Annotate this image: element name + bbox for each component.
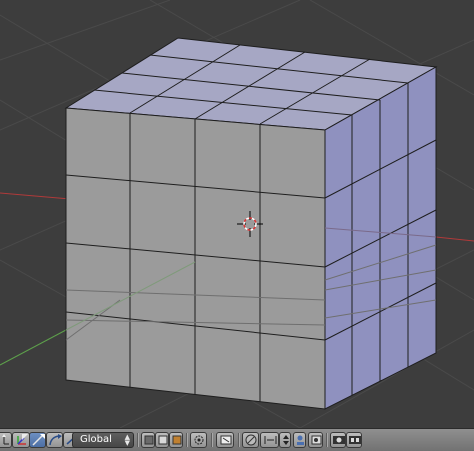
- pivot-point-icon[interactable]: [190, 432, 207, 448]
- header-separator: [186, 433, 188, 447]
- header-separator: [137, 433, 139, 447]
- header-separator: [211, 433, 213, 447]
- proportional-edit-icon[interactable]: [260, 432, 279, 448]
- header-separator: [326, 433, 328, 447]
- layer-solid-icon[interactable]: [141, 432, 155, 448]
- layer-wire-icon[interactable]: [155, 432, 169, 448]
- render-icon[interactable]: [330, 432, 346, 448]
- header-separator: [238, 433, 240, 447]
- translate-manipulator-icon[interactable]: [12, 432, 30, 448]
- y-axis-line: [0, 329, 67, 366]
- snap-icon[interactable]: [242, 432, 259, 448]
- manipulator-toggle-icon[interactable]: [0, 432, 12, 448]
- rotate-manipulator-icon[interactable]: [29, 432, 46, 448]
- transform-orientation-select[interactable]: Global ▲ ▼: [72, 432, 134, 448]
- x-axis-line-right: [435, 236, 474, 242]
- render-animation-icon[interactable]: [346, 432, 362, 448]
- snap-target-icon[interactable]: [293, 432, 306, 448]
- scale-manipulator-icon[interactable]: [46, 432, 63, 448]
- viewport-header: Global ▲ ▼: [0, 428, 474, 451]
- dropdown-arrows-icon: ▲ ▼: [124, 433, 130, 447]
- transform-orientation-value: Global: [80, 434, 112, 445]
- snap-rotation-icon[interactable]: [308, 432, 323, 448]
- x-axis-line: [0, 192, 71, 200]
- proportional-edit-dropdown-icon[interactable]: [279, 432, 291, 448]
- layer-box-icon[interactable]: [169, 432, 183, 448]
- 3d-viewport[interactable]: [0, 0, 474, 428]
- snap-element-icon[interactable]: [216, 432, 234, 448]
